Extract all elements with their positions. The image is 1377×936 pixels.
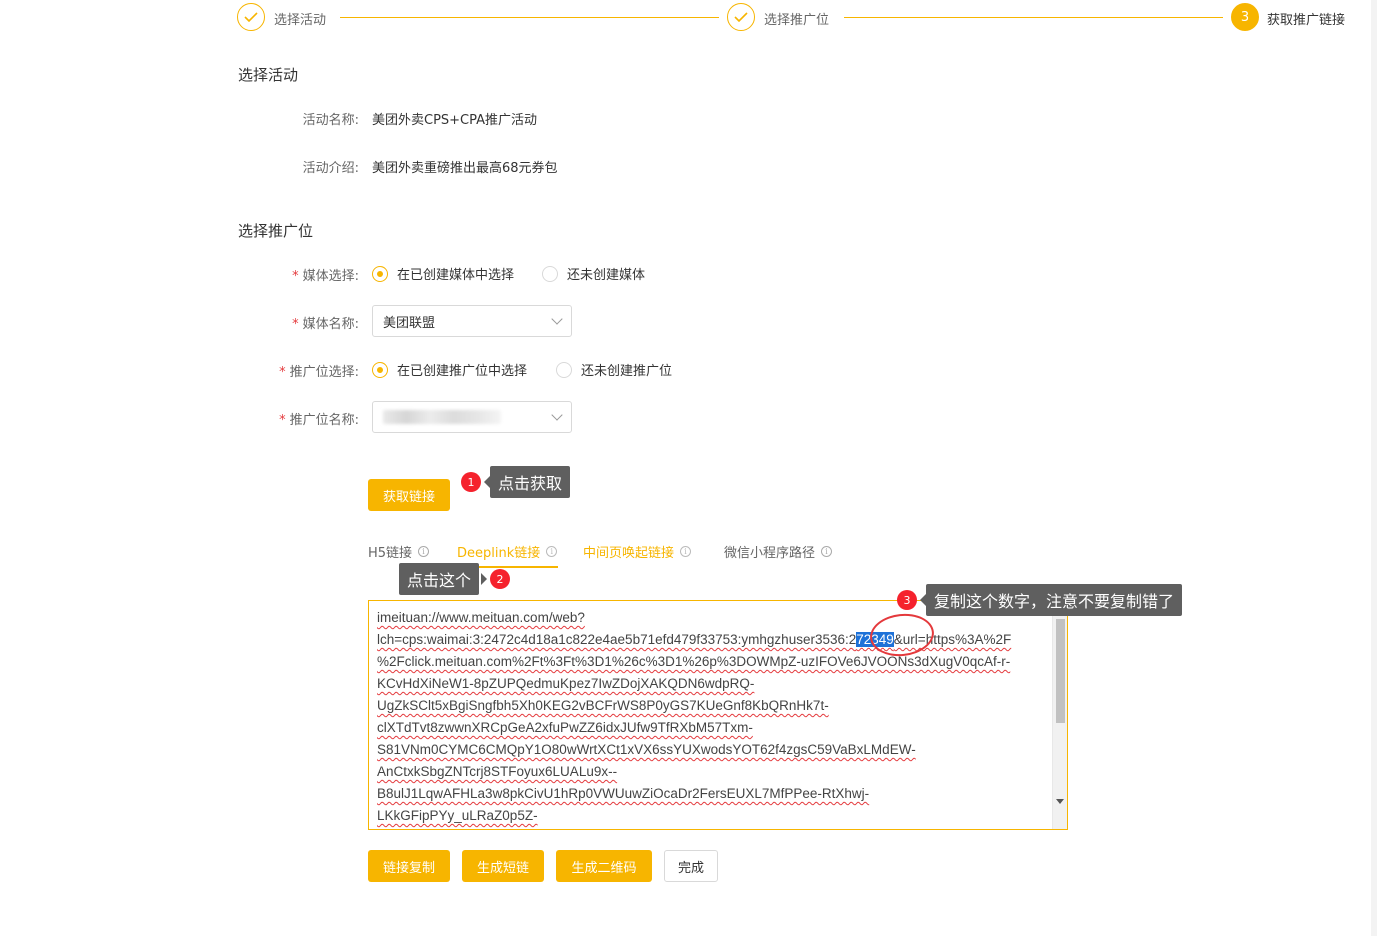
link-line-segment: lch=cps:waimai:3:2472c4d18a1c822e4ae5b71… [377,632,857,647]
link-line: clXTdTvt8zwwnXRCpGeA2xfuPwZZ6idxJUfw9TfR… [377,720,753,735]
textarea-scrollbar[interactable] [1052,601,1067,829]
position-section-title: 选择推广位 [238,222,314,240]
media-name-label: * 媒体名称: [229,313,359,332]
link-line: S81VNm0CYMC6CMQpY1O80wWrtXCt1xVX6ssYUXwo… [377,742,916,757]
step-3-number: 3 [1231,3,1259,31]
link-text-content: imeituan://www.meituan.com/web? lch=cps:… [377,607,1049,827]
radio-label: 在已创建媒体中选择 [397,268,515,283]
media-choice-label: * 媒体选择: [229,265,359,284]
redacted-value [383,410,501,424]
link-line: UgZkSClt5xBgiSngfbh5Xh0KEG2vBCFrWS8P0yGS… [377,698,829,713]
activity-intro-value: 美团外卖重磅推出最高68元券包 [372,161,558,176]
step-2-check-icon [727,3,755,31]
link-line: B8ulJ1LqwAFHLa3w8pkCivU1hRp0VWUuwZiOcaDr… [377,786,870,801]
activity-name-value: 美团外卖CPS+CPA推广活动 [372,113,538,128]
position-choice-label-text: 推广位选择: [289,365,359,380]
done-button[interactable]: 完成 [664,850,718,882]
radio-dot-selected [372,361,388,378]
annotation-1-tooltip: 点击获取 [490,466,571,498]
media-name-select[interactable]: 美团联盟 [372,305,572,337]
link-line: lch=cps:waimai:3:2472c4d18a1c822e4ae5b71… [377,629,1049,651]
annotation-2-badge: 2 [490,569,510,589]
radio-label: 在已创建推广位中选择 [397,364,528,379]
generate-short-link-button[interactable]: 生成短链 [462,850,544,882]
copy-link-button[interactable]: 链接复制 [368,850,450,882]
annotation-2-tooltip: 点击这个 [399,563,480,595]
generate-qrcode-button[interactable]: 生成二维码 [556,850,652,882]
info-icon: i [821,546,833,557]
annotation-3-badge: 3 [897,590,917,610]
link-textarea[interactable]: imeituan://www.meituan.com/web? lch=cps:… [368,600,1068,830]
step-connector-2 [844,17,1223,18]
chevron-down-icon [551,409,563,421]
position-choice-existing-radio[interactable]: 在已创建推广位中选择 [372,360,527,379]
page-scrollbar[interactable] [1371,0,1377,936]
steps-bar: 选择活动 选择推广位 3 获取推广链接 [0,0,1377,36]
position-choice-label: * 推广位选择: [229,361,359,380]
scrollbar-thumb[interactable] [1056,619,1065,723]
step-2-label: 选择推广位 [764,13,830,28]
link-line: LKkGFipPYy_uLRaZ0p5Z- [377,808,538,823]
required-mark: * [279,365,286,380]
tab-h5-link-label: H5链接 [368,546,413,561]
media-name-select-value: 美团联盟 [383,315,436,331]
required-mark: * [279,413,286,428]
tab-deeplink[interactable]: Deeplink链接 i [457,542,558,561]
media-choice-label-text: 媒体选择: [302,269,359,284]
radio-dot-selected [372,265,388,282]
required-mark: * [292,269,299,284]
position-name-select[interactable] [372,401,572,433]
get-link-button[interactable]: 获取链接 [368,479,450,511]
tab-deeplink-label: Deeplink链接 [457,546,541,561]
chevron-down-icon [551,313,563,325]
required-mark: * [292,317,299,332]
annotation-1-badge: 1 [461,472,481,492]
activity-intro-label: 活动介绍: [302,161,359,176]
info-icon: i [546,546,558,557]
tab-wechat-miniprogram-path[interactable]: 微信小程序路径 i [724,542,833,561]
step-3-label: 获取推广链接 [1267,13,1346,28]
tab-intermediate-page-link[interactable]: 中间页唤起链接 i [583,542,692,561]
radio-dot [542,265,558,282]
info-icon: i [418,546,430,557]
tab-intermediate-page-link-label: 中间页唤起链接 [583,546,675,561]
media-choice-new-radio[interactable]: 还未创建媒体 [542,264,645,283]
tab-wechat-miniprogram-path-label: 微信小程序路径 [724,546,816,561]
position-name-label-text: 推广位名称: [289,413,359,428]
scroll-down-arrow-icon[interactable] [1056,799,1064,804]
position-name-label: * 推广位名称: [229,409,359,428]
radio-label: 还未创建推广位 [581,364,673,379]
activity-section-title: 选择活动 [238,66,299,84]
step-1-label: 选择活动 [274,13,327,28]
media-choice-existing-radio[interactable]: 在已创建媒体中选择 [372,264,514,283]
step-connector-1 [340,17,719,18]
position-choice-new-radio[interactable]: 还未创建推广位 [556,360,672,379]
tab-h5-link[interactable]: H5链接 i [368,542,430,561]
radio-dot [556,361,572,378]
annotation-3-tooltip: 复制这个数字，注意不要复制错了 [926,584,1183,616]
info-icon: i [680,546,692,557]
radio-label: 还未创建媒体 [567,268,646,283]
activity-name-label: 活动名称: [302,113,359,128]
link-line: AnCtxkSbgZNTcrj8STFoyux6LUALu9x-- [377,764,618,779]
link-line: %2Fclick.meituan.com%2Ft%3Ft%3D1%26c%3D1… [377,654,1011,669]
step-1-check-icon [237,3,265,31]
link-line: KCvHdXiNeW1-8pZUPQedmuKpez7IwZDojXAKQDN6… [377,676,755,691]
annotation-2-arrow [481,573,487,585]
media-name-label-text: 媒体名称: [302,317,359,332]
